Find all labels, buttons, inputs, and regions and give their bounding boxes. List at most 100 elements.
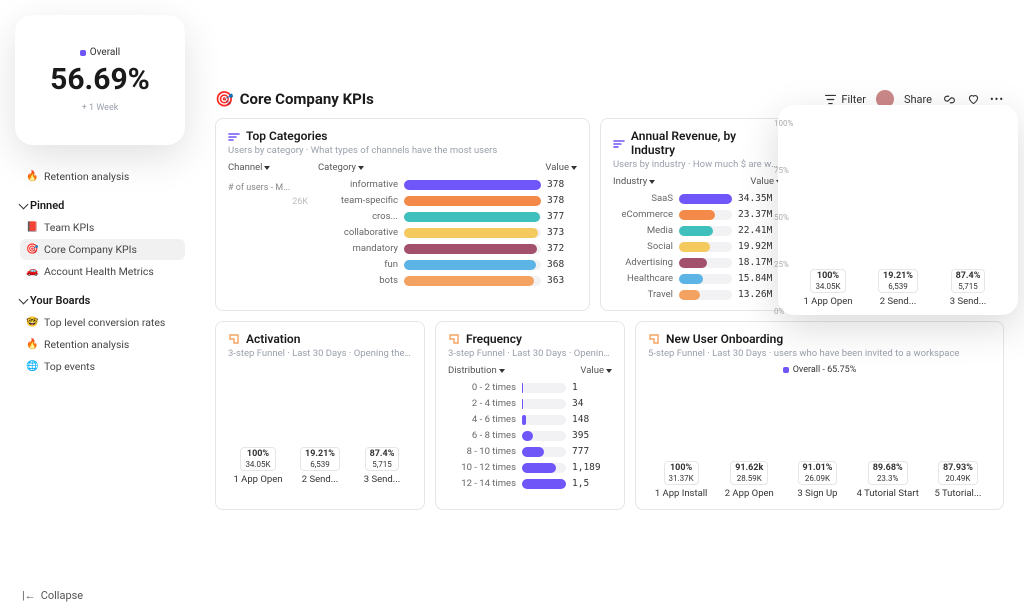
bar-fill — [404, 244, 537, 254]
sidebar-item[interactable]: 🚗Account Health Metrics — [20, 261, 185, 282]
bar-track — [522, 415, 566, 425]
card-title-text: Frequency — [466, 332, 522, 346]
bar-row: Media22.41M — [613, 225, 782, 236]
funnel-step: 87.4%5,715 3 Send... — [356, 447, 408, 485]
chevron-down-icon — [19, 200, 29, 210]
row-label: Media — [613, 225, 673, 236]
section-label: Pinned — [30, 199, 64, 212]
row-value: 1,5 — [572, 478, 612, 489]
bar-track — [679, 274, 732, 284]
row-label: collaborative — [318, 227, 398, 238]
activation-popout: 100%75%50%25%0%100%34.05K1 App Open19.21… — [778, 105, 1018, 315]
bar-track — [679, 226, 732, 236]
bar-track — [522, 447, 566, 457]
link-icon[interactable] — [942, 92, 956, 106]
summary-sub: + 1 Week — [82, 103, 119, 113]
sidebar-item[interactable]: 🤓Top level conversion rates — [20, 312, 185, 333]
bar-track — [404, 180, 541, 190]
bar-tooltip: 100%34.05K — [810, 269, 845, 293]
share-button[interactable]: Share — [904, 93, 932, 106]
funnel-step: 87.93%20.49K5 Tutorial... — [929, 461, 987, 499]
target-icon: 🎯 — [215, 90, 234, 108]
row-label: SaaS — [613, 193, 673, 204]
bar-fill — [679, 274, 703, 284]
col-value[interactable]: Value — [545, 162, 577, 173]
metric-name: # of users - M... — [228, 183, 308, 193]
bars-icon — [613, 137, 625, 149]
heart-icon[interactable] — [966, 92, 980, 106]
summary-value: 56.69% — [50, 62, 150, 97]
bar-tooltip: 19.21%6,539 — [300, 447, 340, 471]
funnel-step: 91.62k28.59K2 App Open — [720, 461, 778, 499]
sidebar-item[interactable]: 📕 Team KPIs — [20, 217, 185, 238]
sidebar-item-label: Team KPIs — [44, 221, 94, 234]
bar-tooltip: 91.01%26.09K — [798, 461, 838, 485]
row-label: bots — [318, 275, 398, 286]
col-category[interactable]: Category — [318, 162, 364, 173]
bar-track — [404, 260, 541, 270]
item-icon: 🤓 — [26, 317, 39, 328]
bar-tooltip: 91.62k28.59K — [730, 461, 768, 485]
item-icon: 🔥 — [26, 339, 39, 350]
legend-text: Overall - 65.75% — [793, 365, 857, 375]
filter-icon — [823, 92, 837, 106]
step-label: 3 Sign Up — [797, 488, 837, 499]
funnel-step: 87.4%5,7153 Send... — [938, 269, 998, 307]
sidebar-item[interactable]: 🎯Core Company KPIs — [20, 239, 185, 260]
bar-fill — [679, 210, 715, 220]
row-value: 363 — [547, 275, 577, 286]
sidebar-section-boards[interactable]: Your Boards — [20, 294, 185, 307]
collapse-sidebar-button[interactable]: |← Collapse — [22, 589, 83, 602]
bar-row: 12 - 14 times1,5 — [448, 478, 612, 489]
row-label: informative — [318, 179, 398, 190]
card-subtitle: 5-step Funnel · Last 30 Days · users who… — [648, 348, 991, 359]
filter-button[interactable]: Filter — [823, 92, 866, 106]
bar-tooltip: 87.4%5,715 — [951, 269, 986, 293]
bar-track — [522, 383, 566, 393]
sidebar-item[interactable]: 🔥Retention analysis — [20, 334, 185, 355]
row-label: Social — [613, 241, 673, 252]
step-label: 5 Tutorial... — [934, 488, 981, 499]
bars-icon — [228, 130, 240, 142]
funnel-icon — [648, 333, 660, 345]
page-title: 🎯 Core Company KPIs — [215, 90, 374, 108]
sort-icon — [649, 180, 655, 184]
y-tick: 100% — [774, 119, 793, 128]
funnel-step: 91.01%26.09K 3 Sign Up — [788, 461, 846, 499]
bar-tooltip: 89.68%23.3% — [868, 461, 908, 485]
row-value: 378 — [547, 195, 577, 206]
bar-row: 6 - 8 times395 — [448, 430, 612, 441]
sidebar-item-retention-top[interactable]: 🔥 Retention analysis — [20, 166, 185, 187]
row-label: 2 - 4 times — [448, 398, 516, 409]
bar-track — [679, 210, 732, 220]
y-tick: 75% — [774, 166, 789, 175]
item-icon: 📕 — [26, 222, 39, 233]
sort-icon — [606, 369, 612, 373]
row-label: 8 - 10 times — [448, 446, 516, 457]
step-label: 3 Send... — [364, 474, 401, 485]
col-value[interactable]: Value — [580, 365, 612, 376]
card-activation: Activation 3-step Funnel · Last 30 Days … — [215, 321, 425, 510]
collapse-label: Collapse — [41, 589, 83, 602]
bar-fill — [522, 415, 526, 425]
bar-track — [522, 479, 566, 489]
sidebar-item[interactable]: 🌐Top events — [20, 356, 185, 377]
bar-track — [404, 244, 541, 254]
bar-row: informative378 — [318, 179, 577, 190]
y-tick: 50% — [774, 213, 789, 222]
row-value: 34 — [572, 398, 612, 409]
bar-track — [522, 431, 566, 441]
more-icon[interactable]: ••• — [990, 92, 1004, 106]
row-label: team-specific — [318, 195, 398, 206]
bar-row: eCommerce23.37M — [613, 209, 782, 220]
funnel-step: 100%34.05K1 App Open — [232, 447, 284, 485]
col-channel[interactable]: Channel — [228, 162, 270, 173]
bar-fill — [522, 479, 566, 489]
col-industry[interactable]: Industry — [613, 176, 655, 187]
bar-tooltip: 87.4%5,715 — [365, 447, 400, 471]
bar-row: Healthcare15.84M — [613, 273, 782, 284]
col-distribution[interactable]: Distribution — [448, 365, 505, 376]
sidebar-item-label: Top events — [44, 360, 95, 373]
sidebar-section-pinned[interactable]: Pinned — [20, 199, 185, 212]
fire-icon: 🔥 — [26, 171, 39, 182]
